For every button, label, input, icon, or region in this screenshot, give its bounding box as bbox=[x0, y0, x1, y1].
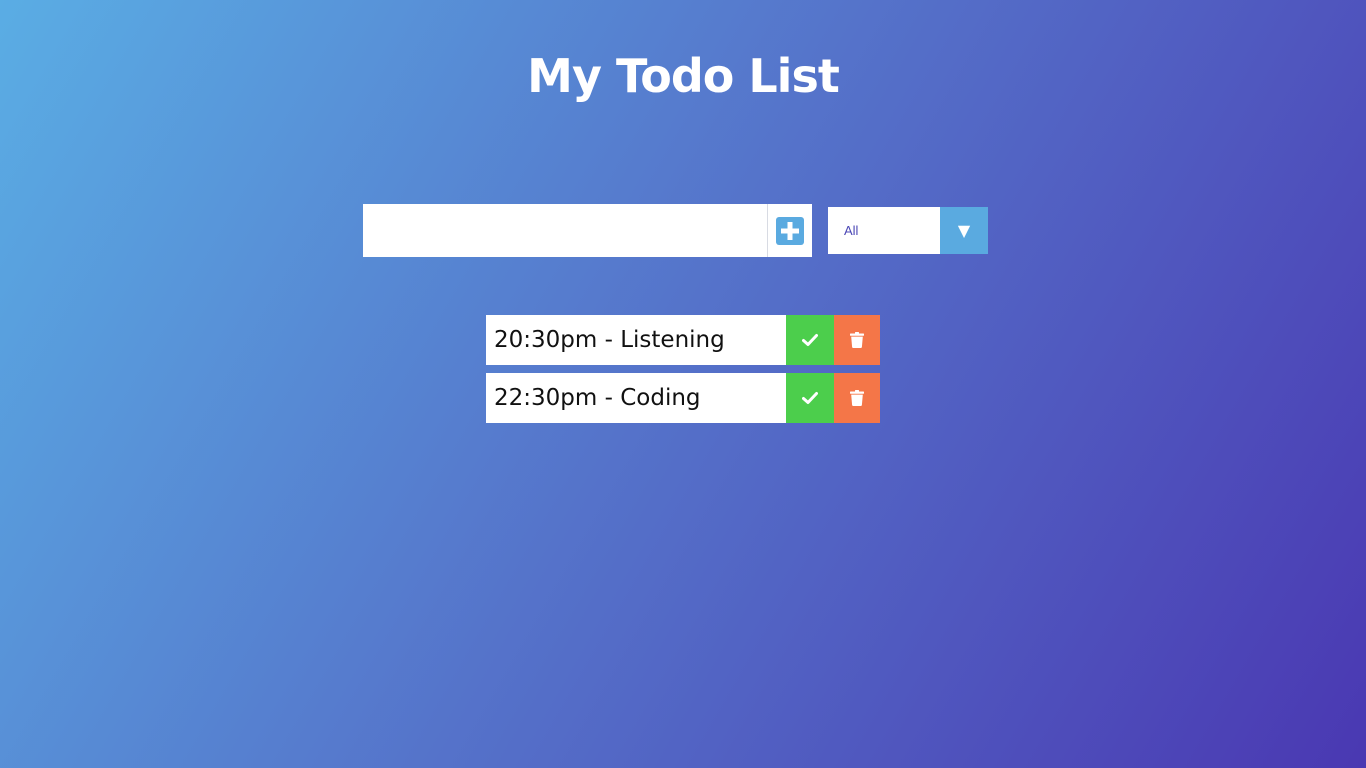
trash-icon bbox=[850, 390, 864, 406]
todo-item: 20:30pm - Listening bbox=[486, 315, 880, 365]
delete-button[interactable] bbox=[834, 315, 880, 365]
complete-button[interactable] bbox=[786, 315, 834, 365]
page-title: My Todo List bbox=[527, 49, 840, 103]
plus-square-icon bbox=[776, 216, 804, 245]
chevron-down-icon: ▼ bbox=[940, 207, 988, 254]
delete-button[interactable] bbox=[834, 373, 880, 423]
complete-button[interactable] bbox=[786, 373, 834, 423]
todo-input[interactable] bbox=[363, 204, 768, 257]
filter-selected-value: All bbox=[844, 223, 859, 238]
check-icon bbox=[802, 392, 818, 404]
trash-icon bbox=[850, 332, 864, 348]
add-todo-button[interactable] bbox=[768, 204, 812, 257]
todo-text: 22:30pm - Coding bbox=[494, 385, 701, 411]
check-icon bbox=[802, 334, 818, 346]
todo-text: 20:30pm - Listening bbox=[494, 327, 725, 353]
add-todo-form bbox=[363, 204, 812, 257]
todo-list: 20:30pm - Listening 22:30pm - Coding bbox=[486, 315, 880, 431]
todo-item: 22:30pm - Coding bbox=[486, 373, 880, 423]
filter-select[interactable]: All ▼ bbox=[828, 207, 988, 254]
